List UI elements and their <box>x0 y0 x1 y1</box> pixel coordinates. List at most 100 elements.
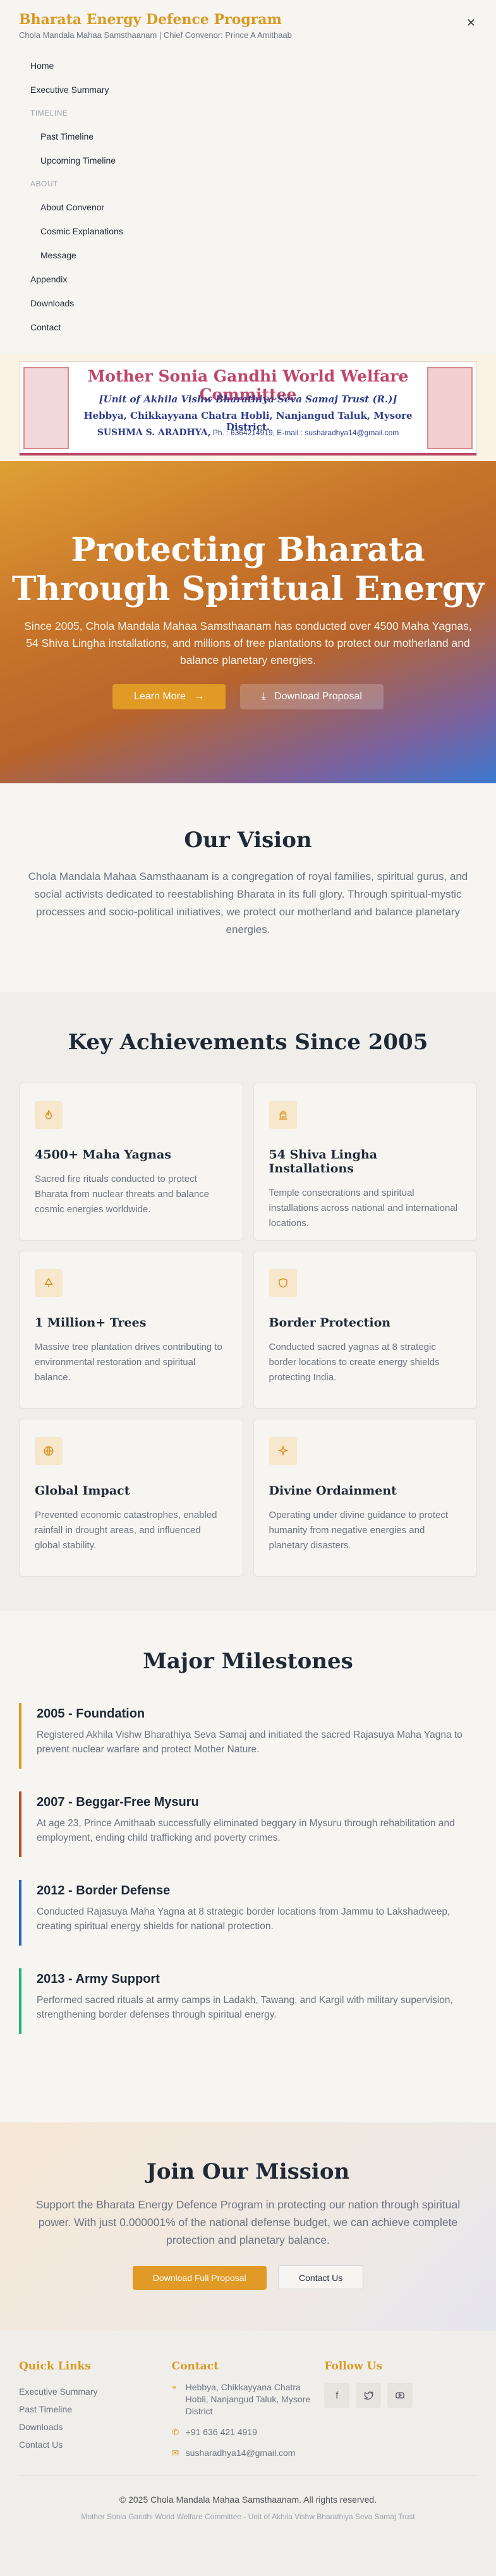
achievement-text: Sacred fire rituals conducted to protect… <box>35 1174 209 1215</box>
menu-item-cosmic-explanations[interactable]: Cosmic Explanations <box>19 219 477 243</box>
achievements-grid: 4500+ Maha Yagnas Sacred fire rituals co… <box>0 1055 496 1577</box>
facebook-icon[interactable]: f <box>324 2383 350 2408</box>
achievement-card: 1 Million+ Trees Massive tree plantation… <box>19 1251 243 1409</box>
contact-us-button[interactable]: Contact Us <box>278 2265 364 2289</box>
menu-item-about-convenor[interactable]: About Convenor <box>19 195 477 219</box>
achievement-text: Conducted sacred yagnas at 8 strategic b… <box>269 1342 440 1383</box>
achievement-text: Prevented economic catastrophes, enabled… <box>35 1510 217 1551</box>
join-title: Join Our Mission <box>146 2159 350 2184</box>
social-links: f <box>324 2383 477 2408</box>
footer-follow: Follow Us f <box>324 2360 477 2475</box>
join-text: Support the Bharata Energy Defence Progr… <box>35 2198 461 2246</box>
achievement-title: 1 Million+ Trees <box>35 1316 147 1330</box>
temple-icon <box>269 1101 297 1129</box>
achievement-card: Divine Ordainment Operating under divine… <box>253 1419 477 1577</box>
arrow-right-icon: → <box>188 691 205 702</box>
hero-title: Protecting Bharata Through Spiritual Ene… <box>0 531 496 609</box>
download-icon: ⤓ <box>261 691 272 702</box>
vision-text: Chola Mandala Mahaa Samsthaanam is a con… <box>28 870 468 936</box>
banner-name: SUSHMA S. ARADHYA, <box>97 428 211 438</box>
flame-icon <box>35 1101 63 1129</box>
vision-title: Our Vision <box>184 828 312 853</box>
portrait-image-right <box>427 367 473 449</box>
menu-item-appendix[interactable]: Appendix <box>19 267 477 291</box>
menu-item-home[interactable]: Home <box>19 54 477 78</box>
milestone-item: 2005 - Foundation Registered Akhila Vish… <box>19 1703 477 1769</box>
portrait-image-left <box>23 367 69 449</box>
email-text[interactable]: susharadhya14@gmail.com <box>186 2447 296 2459</box>
menu-item-upcoming-timeline[interactable]: Upcoming Timeline <box>19 148 477 172</box>
download-proposal-label: Download Proposal <box>274 691 362 702</box>
copyright-bar: © 2025 Chola Mandala Mahaa Samsthaanam. … <box>0 2475 496 2576</box>
achievement-card: Border Protection Conducted sacred yagna… <box>253 1251 477 1409</box>
mobile-menu: Home Executive Summary TIMELINE Past Tim… <box>19 54 477 339</box>
hero-section: Protecting Bharata Through Spiritual Ene… <box>0 461 496 783</box>
twitter-icon[interactable] <box>356 2383 382 2408</box>
achievements-section: Key Achievements Since 2005 4500+ Maha Y… <box>0 992 496 1611</box>
achievement-card: 4500+ Maha Yagnas Sacred fire rituals co… <box>19 1083 243 1241</box>
brand-subtitle: Chola Mandala Mahaa Samsthaanam | Chief … <box>19 30 292 40</box>
download-full-proposal-button[interactable]: Download Full Proposal <box>132 2266 267 2290</box>
milestone-item: 2007 - Beggar-Free Mysuru At age 23, Pri… <box>19 1791 477 1857</box>
achievement-card: Global Impact Prevented economic catastr… <box>19 1419 243 1577</box>
contact-title: Contact <box>171 2360 219 2373</box>
footer-link-executive-summary[interactable]: Executive Summary <box>19 2383 172 2400</box>
milestone-title: 2005 - Foundation <box>37 1707 145 1721</box>
globe-icon <box>35 1437 63 1465</box>
achievement-text: Temple consecrations and spiritual insta… <box>269 1188 458 1229</box>
address-text: Hebbya, Chikkayyana Chatra Hobli, Nanjan… <box>185 2382 311 2416</box>
phone-text[interactable]: +91 636 421 4919 <box>186 2426 257 2438</box>
footer-link-contact-us[interactable]: Contact Us <box>19 2436 172 2453</box>
learn-more-label: Learn More <box>134 691 186 702</box>
menu-section-timeline: TIMELINE <box>30 109 68 117</box>
banner-divider <box>20 453 476 455</box>
banner-contact: Ph. : 6364214919, E-mail : susharadhya14… <box>212 428 399 437</box>
committee-banner: Mother Sonia Gandhi World Welfare Commit… <box>19 361 477 456</box>
hero-title-line2: Through Spiritual Energy <box>11 570 485 608</box>
milestone-text: Performed sacred rituals at army camps i… <box>37 1995 453 2020</box>
menu-item-downloads[interactable]: Downloads <box>19 291 477 315</box>
achievement-title: 54 Shiva Lingha Installations <box>269 1148 378 1176</box>
footer-contact: Contact ⌖ Hebbya, Chikkayyana Chatra Hob… <box>172 2360 325 2475</box>
shield-icon <box>269 1269 297 1297</box>
unit-text: Mother Sonia Gandhi World Welfare Commit… <box>81 2512 415 2521</box>
milestone-title: 2007 - Beggar-Free Mysuru <box>37 1795 199 1809</box>
youtube-icon[interactable] <box>387 2383 413 2408</box>
sparkle-icon <box>269 1437 297 1465</box>
footer-link-downloads[interactable]: Downloads <box>19 2418 172 2436</box>
milestone-title: 2013 - Army Support <box>37 1972 160 1986</box>
vision-section: Our Vision Chola Mandala Mahaa Samsthaan… <box>0 783 496 992</box>
download-proposal-button[interactable]: ⤓ Download Proposal <box>239 684 384 709</box>
footer-phone: ✆ +91 636 421 4919 <box>172 2426 325 2438</box>
close-icon[interactable]: ✕ <box>466 16 476 30</box>
footer-email: ✉ susharadhya14@gmail.com <box>172 2447 325 2459</box>
join-section: Join Our Mission Support the Bharata Ene… <box>0 2122 496 2331</box>
milestone-item: 2013 - Army Support Performed sacred rit… <box>19 1968 477 2034</box>
tree-icon <box>35 1269 63 1297</box>
learn-more-button[interactable]: Learn More → <box>112 684 226 709</box>
copyright-text: © 2025 Chola Mandala Mahaa Samsthaanam. … <box>119 2495 377 2505</box>
menu-item-executive-summary[interactable]: Executive Summary <box>19 78 477 102</box>
banner-contact-line: SUSHMA S. ARADHYA, Ph. : 6364214919, E-m… <box>76 428 420 438</box>
footer-link-past-timeline[interactable]: Past Timeline <box>19 2400 172 2418</box>
footer-address: ⌖ Hebbya, Chikkayyana Chatra Hobli, Nanj… <box>172 2381 325 2417</box>
menu-section-about: ABOUT <box>30 179 58 188</box>
site-header: Bharata Energy Defence Program Chola Man… <box>0 0 496 354</box>
menu-item-contact[interactable]: Contact <box>19 315 477 339</box>
achievement-card: 54 Shiva Lingha Installations Temple con… <box>253 1083 477 1241</box>
mail-icon: ✉ <box>171 2448 179 2458</box>
menu-item-past-timeline[interactable]: Past Timeline <box>19 124 477 148</box>
menu-item-message[interactable]: Message <box>19 243 477 267</box>
join-actions: Download Full Proposal Contact Us <box>0 2265 496 2290</box>
hero-actions: Learn More → ⤓ Download Proposal <box>0 684 496 709</box>
milestones-timeline: 2005 - Foundation Registered Akhila Vish… <box>0 1674 496 2034</box>
hero-title-line1: Protecting Bharata <box>71 531 425 569</box>
milestone-text: At age 23, Prince Amithaab successfully … <box>37 1818 455 1843</box>
achievement-title: Border Protection <box>269 1316 391 1330</box>
achievement-title: 4500+ Maha Yagnas <box>35 1148 172 1162</box>
footer-quick-links: Quick Links Executive Summary Past Timel… <box>19 2360 172 2475</box>
achievement-title: Global Impact <box>35 1484 130 1498</box>
brand-title[interactable]: Bharata Energy Defence Program <box>19 11 477 28</box>
banner-trust-line: [Unit of Akhila Vishw Bharathiya Seva Sa… <box>99 394 397 405</box>
map-pin-icon: ⌖ <box>171 2382 177 2392</box>
